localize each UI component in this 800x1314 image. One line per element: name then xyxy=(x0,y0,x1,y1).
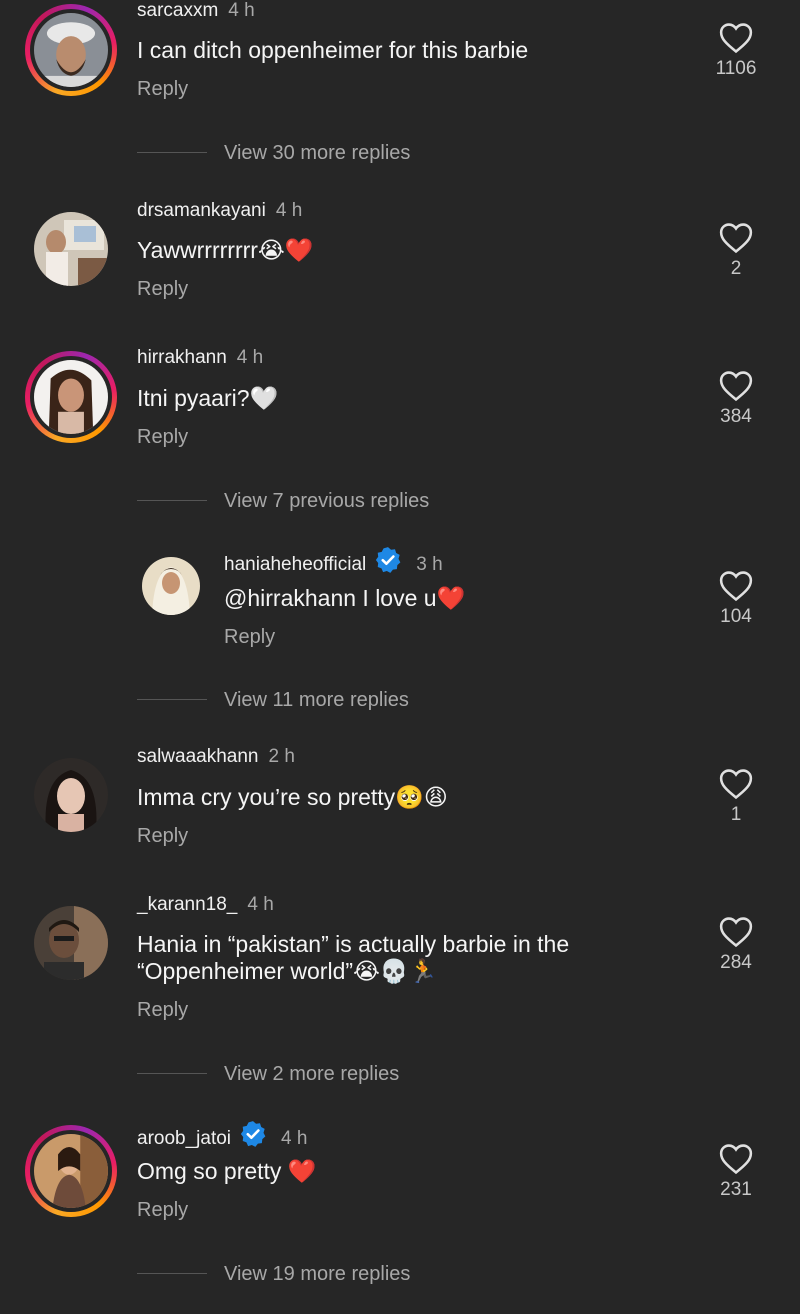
timestamp: 4 h xyxy=(228,0,255,21)
like-button[interactable]: 1 xyxy=(706,768,766,826)
divider xyxy=(137,1273,207,1274)
like-count: 231 xyxy=(720,1179,752,1200)
reply-button[interactable]: Reply xyxy=(137,278,188,301)
comment-text: Imma cry you’re so pretty🥺😩 xyxy=(137,784,448,810)
like-button[interactable]: 2 xyxy=(706,222,766,280)
heart-icon xyxy=(719,917,753,948)
divider xyxy=(137,500,207,501)
heart-icon xyxy=(719,223,753,254)
timestamp: 4 h xyxy=(236,347,264,368)
comment-text-line-2: “Oppenheimer world”😭💀🏃 xyxy=(137,958,438,984)
timestamp: 4 h xyxy=(247,894,274,915)
like-count: 384 xyxy=(720,406,752,427)
username[interactable]: sarcaxxm xyxy=(137,0,218,21)
heart-icon xyxy=(719,1144,753,1175)
heart-icon xyxy=(719,23,753,54)
divider xyxy=(137,152,207,153)
avatar xyxy=(34,13,108,87)
comment-text: @hirrakhann I love u❤️ xyxy=(224,585,466,611)
timestamp: 3 h xyxy=(416,554,443,575)
like-button[interactable]: 384 xyxy=(706,370,766,428)
username[interactable]: salwaaakhann xyxy=(137,746,258,767)
heart-icon xyxy=(719,571,753,602)
like-button[interactable]: 231 xyxy=(706,1143,766,1201)
like-count: 284 xyxy=(720,952,752,973)
avatar-story-ring[interactable] xyxy=(25,4,117,96)
avatar[interactable] xyxy=(142,557,200,615)
avatar[interactable] xyxy=(34,212,108,286)
comment-text: Itni pyaari?🤍 xyxy=(137,385,279,411)
avatar[interactable] xyxy=(34,758,108,832)
reply-button[interactable]: Reply xyxy=(137,999,188,1022)
username[interactable]: hirrakhann xyxy=(137,347,227,368)
view-more-replies[interactable]: View 19 more replies xyxy=(224,1263,410,1286)
username[interactable]: drsamankayani xyxy=(137,200,266,221)
avatar xyxy=(34,1134,108,1208)
heart-icon xyxy=(719,371,753,402)
comment-text: I can ditch oppenheimer for this barbie xyxy=(137,37,529,63)
avatar-story-ring[interactable] xyxy=(25,1125,117,1217)
like-button[interactable]: 104 xyxy=(706,570,766,628)
divider xyxy=(137,1073,207,1074)
like-count: 1106 xyxy=(715,58,757,79)
verified-badge-icon xyxy=(376,547,401,573)
like-button[interactable]: 1106 xyxy=(706,22,766,80)
avatar-story-ring[interactable] xyxy=(25,351,117,443)
timestamp: 4 h xyxy=(281,1128,308,1149)
timestamp: 2 h xyxy=(268,746,295,767)
like-button[interactable]: 284 xyxy=(706,916,766,974)
timestamp: 4 h xyxy=(275,200,303,221)
avatar xyxy=(34,360,108,434)
reply-button[interactable]: Reply xyxy=(224,626,275,649)
avatar[interactable] xyxy=(34,906,108,980)
like-count: 2 xyxy=(730,258,742,279)
view-previous-replies[interactable]: View 7 previous replies xyxy=(224,490,429,513)
reply-button[interactable]: Reply xyxy=(137,825,188,848)
verified-badge-icon xyxy=(240,1121,266,1147)
comment-text: Yawwrrrrrrrr😭❤️ xyxy=(137,237,314,263)
reply-button[interactable]: Reply xyxy=(137,426,188,449)
reply-button[interactable]: Reply xyxy=(137,78,188,101)
reply-button[interactable]: Reply xyxy=(137,1199,188,1222)
comment-text-line-1: Hania in “pakistan” is actually barbie i… xyxy=(137,931,570,957)
like-count: 104 xyxy=(720,606,752,627)
comment-text: Omg so pretty ❤️ xyxy=(137,1158,317,1184)
divider xyxy=(137,699,207,700)
like-count: 1 xyxy=(730,804,742,825)
username[interactable]: aroob_jatoi xyxy=(137,1128,231,1149)
username[interactable]: haniaheheofficial xyxy=(224,554,366,575)
view-more-replies[interactable]: View 30 more replies xyxy=(224,142,410,165)
view-more-replies[interactable]: View 11 more replies xyxy=(224,689,409,712)
heart-icon xyxy=(719,769,753,800)
view-more-replies[interactable]: View 2 more replies xyxy=(224,1063,399,1086)
username[interactable]: _karann18_ xyxy=(137,894,237,915)
